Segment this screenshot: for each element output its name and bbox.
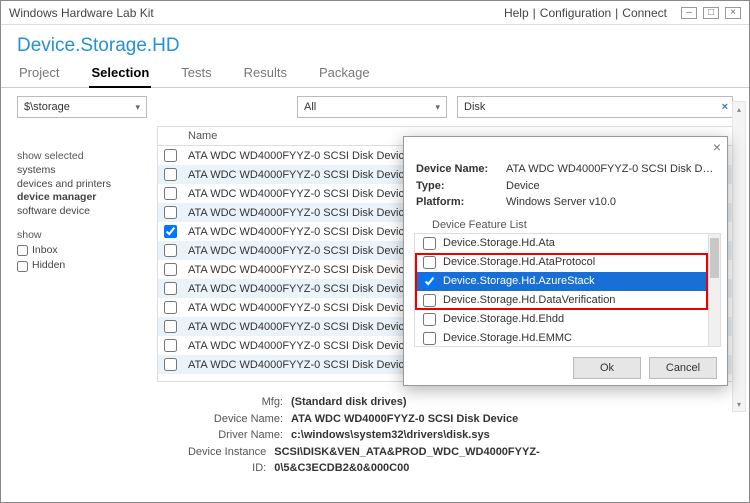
chevron-down-icon: ▾ [435,102,440,113]
header-links: Help | Configuration | Connect [504,6,667,20]
header-link-connect[interactable]: Connect [622,6,667,20]
tab-selection[interactable]: Selection [89,61,151,88]
instance-label: Device Instance ID: [181,444,274,477]
dlg-type-label: Type: [416,178,506,195]
feature-label: Device.Storage.Hd.Ehdd [443,313,564,325]
tabs: Project Selection Tests Results Package [1,61,749,88]
show-option[interactable]: Hidden [17,258,157,274]
show-label: show [17,229,157,241]
checkbox[interactable] [17,261,28,272]
checkbox[interactable] [17,245,28,256]
scope-value: $\storage [24,101,70,113]
row-checkbox[interactable] [164,149,177,162]
side-panel: show selected systemsdevices and printer… [17,126,157,382]
feature-list: Device.Storage.Hd.Ata Device.Storage.Hd.A… [414,233,721,348]
tab-tests[interactable]: Tests [179,61,213,87]
clear-icon[interactable]: × [722,101,728,113]
scroll-up-icon[interactable]: ▴ [733,102,745,116]
mfg-label: Mfg: [181,394,291,411]
type-combo[interactable]: Disk × [457,96,733,118]
row-checkbox[interactable] [164,244,177,257]
feature-row[interactable]: Device.Storage.Hd.EMMC [415,329,720,348]
row-checkbox[interactable] [164,263,177,276]
row-checkbox[interactable] [164,358,177,371]
driver-value: c:\windows\system32\drivers\disk.sys [291,427,490,444]
filter-bar: $\storage ▾ All ▾ Disk × [1,88,749,126]
window-title: Windows Hardware Lab Kit [9,6,154,20]
window-controls: – □ × [681,7,741,19]
ok-button[interactable]: Ok [573,357,641,379]
feature-label: Device.Storage.Hd.AzureStack [443,275,595,287]
feature-label: Device.Storage.Hd.DataVerification [443,294,615,306]
category-combo[interactable]: All ▾ [297,96,447,118]
row-checkbox[interactable] [164,225,177,238]
dlg-platform-value: Windows Server v10.0 [506,194,715,211]
nav-item[interactable]: systems [17,164,157,178]
header-link-configuration[interactable]: Configuration [540,6,611,20]
instance-value: SCSI\DISK&VEN_ATA&PROD_WDC_WD4000FYYZ-0\… [274,444,609,477]
maximize-button[interactable]: □ [703,7,719,19]
dlg-devname-label: Device Name: [416,161,506,178]
feature-checkbox[interactable] [423,332,436,345]
dialog-scrollbar[interactable] [708,234,720,347]
feature-checkbox[interactable] [423,256,436,269]
feature-row[interactable]: Device.Storage.Hd.Ata [415,234,720,253]
feature-label: Device.Storage.Hd.Ata [443,237,555,249]
titlebar: Windows Hardware Lab Kit Help | Configur… [1,1,749,25]
page-heading: Device.Storage.HD [1,25,749,61]
show-option[interactable]: Inbox [17,243,157,259]
nav-item[interactable]: software device [17,205,157,219]
show-option-label: Inbox [32,243,58,259]
show-option-label: Hidden [32,258,65,274]
tab-project[interactable]: Project [17,61,61,87]
feature-row[interactable]: Device.Storage.Hd.AzureStack [415,272,720,291]
feature-checkbox[interactable] [423,275,436,288]
close-button[interactable]: × [725,7,741,19]
scroll-down-icon[interactable]: ▾ [733,397,745,411]
feature-row[interactable]: Device.Storage.Hd.AtaProtocol [415,253,720,272]
mfg-value: (Standard disk drives) [291,394,407,411]
dlg-platform-label: Platform: [416,194,506,211]
feature-row[interactable]: Device.Storage.Hd.DataVerification [415,291,720,310]
tab-results[interactable]: Results [242,61,289,87]
nav-item[interactable]: devices and printers [17,178,157,192]
details-panel: Mfg:(Standard disk drives) Device Name:A… [1,386,749,477]
dlg-type-value: Device [506,178,715,195]
driver-label: Driver Name: [181,427,291,444]
feature-row[interactable]: Device.Storage.Hd.Ehdd [415,310,720,329]
app-window: Windows Hardware Lab Kit Help | Configur… [0,0,750,503]
feature-list-header: Device Feature List [404,215,727,233]
category-value: All [304,101,316,113]
devname-label: Device Name: [181,411,291,428]
minimize-button[interactable]: – [681,7,697,19]
feature-dialog: × Device Name:ATA WDC WD4000FYYZ-0 SCSI … [403,136,728,386]
scope-combo[interactable]: $\storage ▾ [17,96,147,118]
chevron-down-icon: ▾ [135,102,140,113]
row-checkbox[interactable] [164,187,177,200]
dialog-close-icon[interactable]: × [713,139,721,155]
type-value: Disk [464,101,485,113]
feature-label: Device.Storage.Hd.EMMC [443,332,572,344]
feature-checkbox[interactable] [423,237,436,250]
feature-checkbox[interactable] [423,313,436,326]
row-checkbox[interactable] [164,282,177,295]
devname-value: ATA WDC WD4000FYYZ-0 SCSI Disk Device [291,411,518,428]
cancel-button[interactable]: Cancel [649,357,717,379]
nav-item[interactable]: device manager [17,191,157,205]
header-link-help[interactable]: Help [504,6,529,20]
feature-label: Device.Storage.Hd.AtaProtocol [443,256,595,268]
row-checkbox[interactable] [164,339,177,352]
row-checkbox[interactable] [164,206,177,219]
row-checkbox[interactable] [164,301,177,314]
show-selected-label: show selected [17,150,157,162]
tab-package[interactable]: Package [317,61,372,87]
feature-checkbox[interactable] [423,294,436,307]
dlg-devname-value: ATA WDC WD4000FYYZ-0 SCSI Disk Dev... [506,161,715,178]
row-checkbox[interactable] [164,320,177,333]
row-checkbox[interactable] [164,168,177,181]
scrollbar[interactable]: ▴ ▾ [732,101,746,412]
